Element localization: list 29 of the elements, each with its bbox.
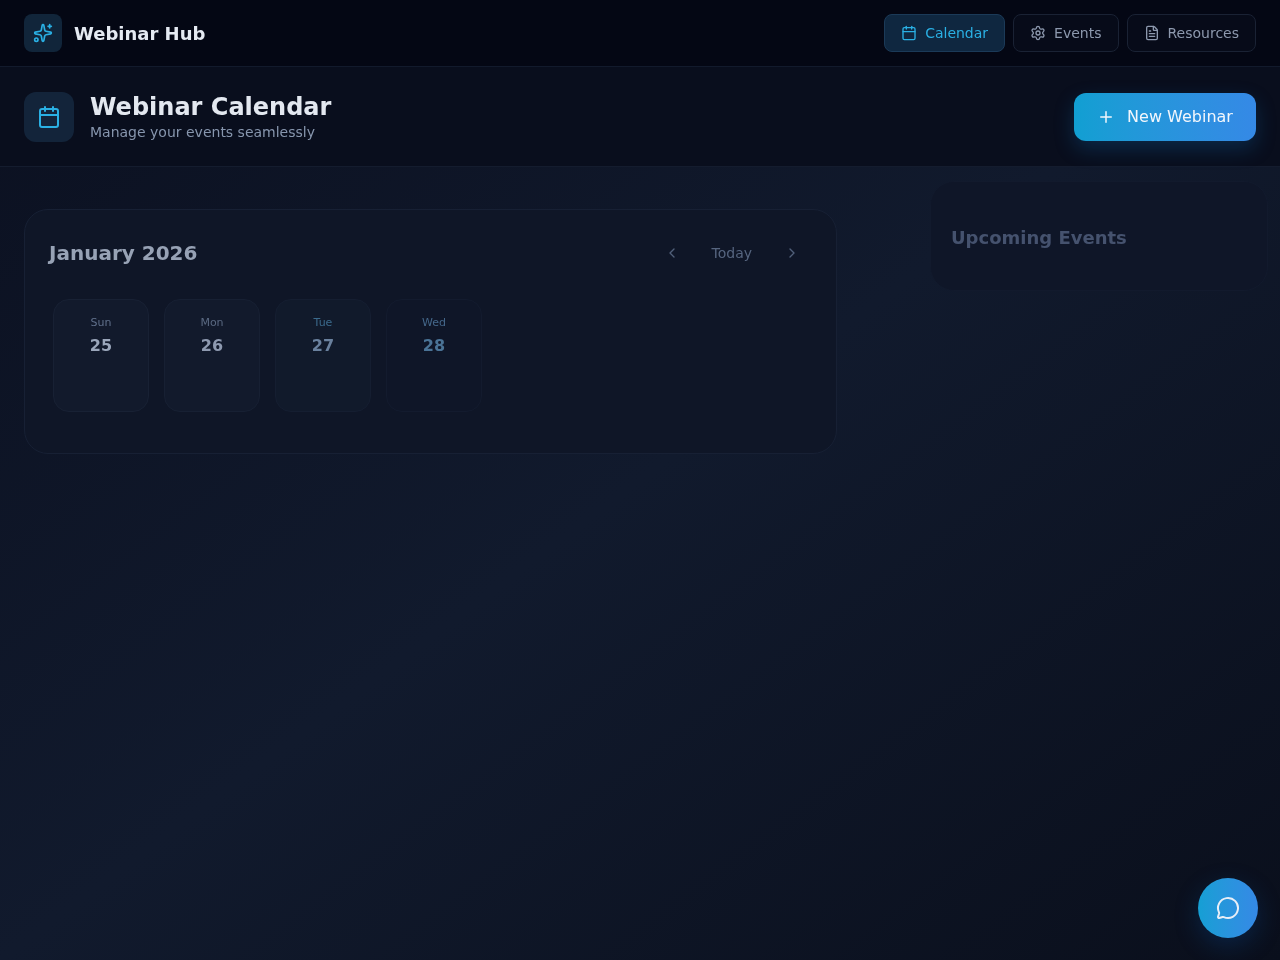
- page-subtitle: Manage your events seamlessly: [90, 122, 316, 142]
- calendar-icon: [901, 25, 918, 41]
- month-title: January 2026: [49, 240, 198, 267]
- weekday-label: Wed: [422, 315, 446, 331]
- gear-icon: [1030, 25, 1047, 41]
- day-number: 28: [422, 335, 446, 357]
- nav-tab[interactable]: Events: [1013, 14, 1119, 52]
- day-number: 27: [311, 335, 335, 357]
- day-number: 26: [200, 335, 224, 357]
- day-card[interactable]: Tue 27: [275, 299, 371, 412]
- document-icon: [1143, 25, 1160, 41]
- calendar-icon: [24, 91, 74, 142]
- app-name: Webinar Hub: [74, 21, 206, 46]
- sparkles-icon: [24, 14, 62, 52]
- new-webinar-button[interactable]: New Webinar: [1074, 92, 1256, 141]
- today-button[interactable]: Today: [699, 237, 764, 269]
- nav-tab[interactable]: Calendar: [884, 14, 1006, 52]
- weekday-label: Tue: [313, 315, 333, 331]
- chat-button[interactable]: [1198, 878, 1258, 938]
- day-number: 25: [89, 335, 113, 357]
- weekday-label: Sun: [90, 315, 112, 331]
- chat-bubble-icon: [1216, 896, 1240, 920]
- weekday-label: Mon: [200, 315, 224, 331]
- page-title: Webinar Calendar: [90, 91, 332, 122]
- day-card[interactable]: Wed 28: [386, 299, 482, 412]
- upcoming-events-title: Upcoming Events: [951, 226, 1128, 250]
- nav-tab[interactable]: Resources: [1126, 14, 1256, 52]
- day-card[interactable]: Sun 25: [53, 299, 149, 412]
- day-card[interactable]: Mon 26: [164, 299, 260, 412]
